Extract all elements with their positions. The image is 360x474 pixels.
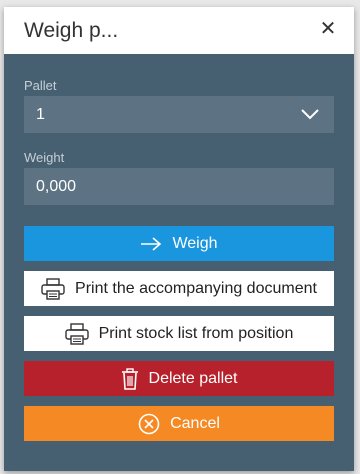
close-button[interactable]: ✕ bbox=[316, 17, 340, 41]
chevron-down-icon bbox=[301, 109, 319, 120]
print-stock-list-label: Print stock list from position bbox=[98, 324, 294, 342]
print-document-label: Print the accompanying document bbox=[75, 279, 317, 297]
weigh-button-label: Weigh bbox=[172, 234, 218, 252]
trash-icon bbox=[121, 367, 139, 390]
weight-field-container bbox=[24, 168, 334, 205]
weight-label: Weight bbox=[24, 150, 65, 165]
weigh-button[interactable]: Weigh bbox=[24, 226, 334, 261]
print-document-button[interactable]: Print the accompanying document bbox=[24, 271, 334, 306]
arrow-right-icon bbox=[140, 236, 162, 251]
printer-icon bbox=[41, 277, 65, 300]
printer-icon bbox=[64, 322, 89, 345]
delete-pallet-label: Delete pallet bbox=[148, 369, 238, 387]
dialog-title: Weigh p... bbox=[24, 19, 119, 42]
weight-input[interactable] bbox=[36, 168, 316, 205]
circle-x-icon bbox=[138, 413, 160, 435]
cancel-label: Cancel bbox=[170, 414, 220, 432]
print-stock-list-button[interactable]: Print stock list from position bbox=[24, 316, 334, 351]
dialog-header: Weigh p... ✕ bbox=[4, 7, 354, 54]
cancel-button[interactable]: Cancel bbox=[24, 406, 334, 441]
weigh-dialog: Weigh p... ✕ Pallet 1 Weight Weigh bbox=[4, 7, 354, 471]
pallet-label: Pallet bbox=[24, 78, 57, 93]
delete-pallet-button[interactable]: Delete pallet bbox=[24, 361, 334, 396]
pallet-select-value: 1 bbox=[36, 106, 45, 123]
pallet-select[interactable]: 1 bbox=[24, 96, 334, 133]
